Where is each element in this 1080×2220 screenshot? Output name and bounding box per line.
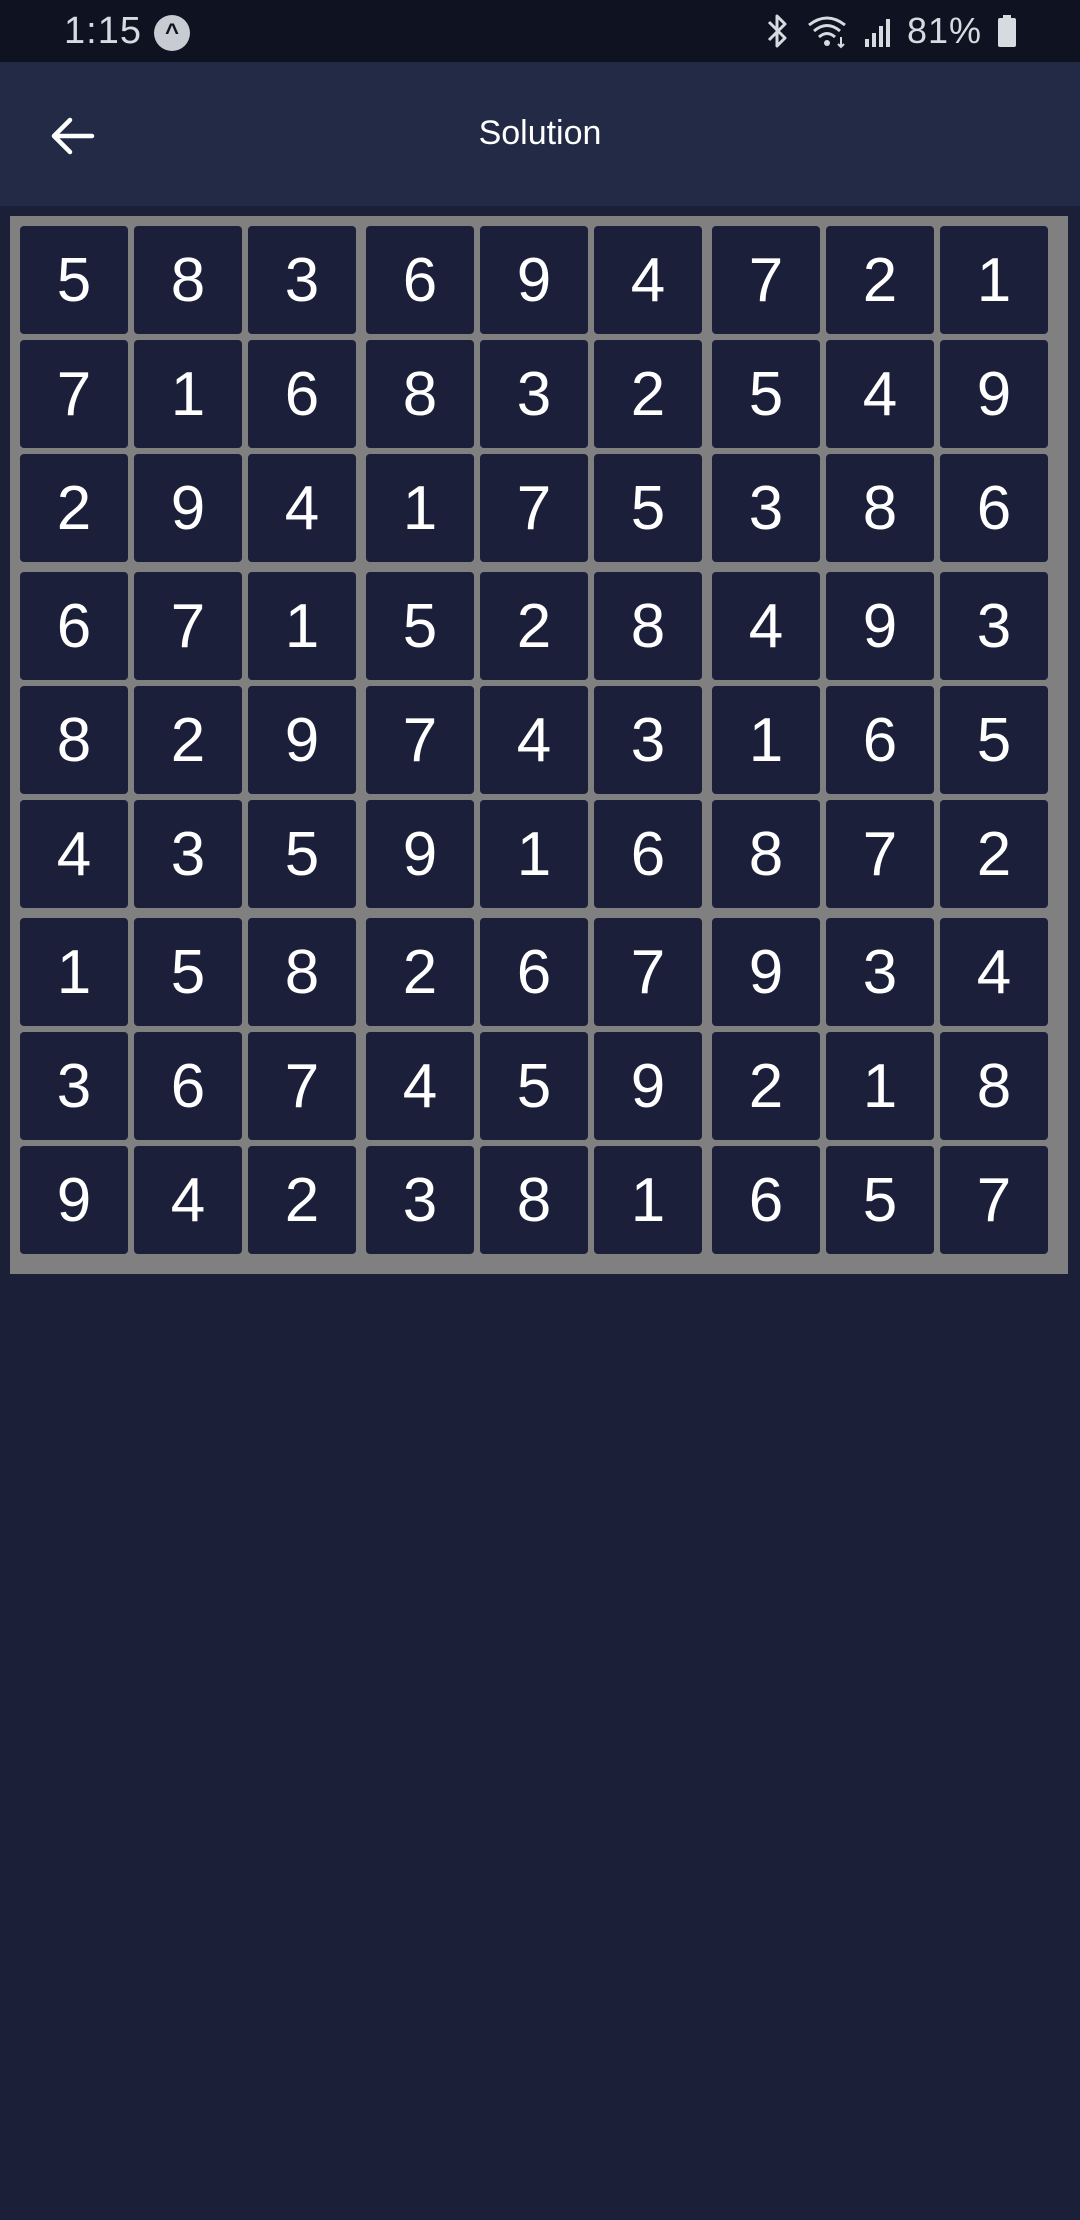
battery-icon [996,13,1018,49]
sudoku-cell[interactable]: 2 [826,226,934,334]
sudoku-cell[interactable]: 1 [480,800,588,908]
sudoku-cell[interactable]: 8 [134,226,242,334]
sudoku-cell[interactable]: 1 [134,340,242,448]
sudoku-cell[interactable]: 9 [366,800,474,908]
sudoku-cell[interactable]: 9 [134,454,242,562]
sudoku-cell[interactable]: 3 [248,226,356,334]
sudoku-cell[interactable]: 1 [940,226,1048,334]
sudoku-cell[interactable]: 7 [480,454,588,562]
page-title: Solution [478,114,602,152]
sudoku-cell[interactable]: 3 [134,800,242,908]
sudoku-cell[interactable]: 9 [940,340,1048,448]
sudoku-cell[interactable]: 7 [366,686,474,794]
sudoku-cell[interactable]: 8 [712,800,820,908]
sudoku-cell[interactable]: 8 [826,454,934,562]
sudoku-cell[interactable]: 5 [480,1032,588,1140]
app-bar: Solution [0,62,1080,206]
sudoku-cell[interactable]: 7 [594,918,702,1026]
sudoku-cell[interactable]: 8 [248,918,356,1026]
sudoku-cell[interactable]: 2 [594,340,702,448]
sudoku-cell[interactable]: 6 [594,800,702,908]
sudoku-cell[interactable]: 5 [712,340,820,448]
sudoku-cell[interactable]: 8 [20,686,128,794]
expo-app-icon: ^ [154,15,190,51]
sudoku-cell[interactable]: 2 [248,1146,356,1254]
sudoku-cell[interactable]: 9 [248,686,356,794]
sudoku-cell[interactable]: 6 [134,1032,242,1140]
sudoku-cell[interactable]: 3 [480,340,588,448]
sudoku-cell[interactable]: 9 [480,226,588,334]
sudoku-cell[interactable]: 9 [826,572,934,680]
status-time: 1:15 [64,10,142,52]
sudoku-cell[interactable]: 6 [712,1146,820,1254]
sudoku-cell[interactable]: 9 [20,1146,128,1254]
sudoku-cell[interactable]: 1 [248,572,356,680]
sudoku-cell[interactable]: 3 [826,918,934,1026]
sudoku-cell[interactable]: 4 [248,454,356,562]
sudoku-cell[interactable]: 4 [940,918,1048,1026]
sudoku-cell[interactable]: 5 [248,800,356,908]
signal-icon [863,13,893,49]
sudoku-cell[interactable]: 2 [134,686,242,794]
sudoku-cell[interactable]: 4 [480,686,588,794]
sudoku-cell[interactable]: 6 [940,454,1048,562]
bluetooth-icon [765,13,791,49]
sudoku-cell[interactable]: 8 [594,572,702,680]
sudoku-cell[interactable]: 4 [712,572,820,680]
sudoku-cell[interactable]: 7 [712,226,820,334]
sudoku-cell[interactable]: 8 [366,340,474,448]
sudoku-cell[interactable]: 9 [712,918,820,1026]
sudoku-cell[interactable]: 4 [20,800,128,908]
status-icons: 81% [765,8,1018,54]
sudoku-cell[interactable]: 4 [826,340,934,448]
sudoku-cell[interactable]: 3 [594,686,702,794]
sudoku-cell[interactable]: 3 [20,1032,128,1140]
sudoku-cell[interactable]: 7 [248,1032,356,1140]
sudoku-cell[interactable]: 6 [826,686,934,794]
sudoku-cell[interactable]: 6 [366,226,474,334]
battery-percent: 81% [906,10,982,51]
sudoku-cell[interactable]: 5 [366,572,474,680]
sudoku-cell[interactable]: 7 [940,1146,1048,1254]
sudoku-cell[interactable]: 1 [20,918,128,1026]
sudoku-cell[interactable]: 2 [712,1032,820,1140]
sudoku-cell[interactable]: 3 [712,454,820,562]
sudoku-solution-board: 5836947217168325492941753866715284938297… [10,216,1068,1274]
sudoku-cell[interactable]: 5 [20,226,128,334]
sudoku-cell[interactable]: 8 [940,1032,1048,1140]
sudoku-cell[interactable]: 1 [366,454,474,562]
sudoku-cell[interactable]: 5 [134,918,242,1026]
sudoku-cell[interactable]: 2 [366,918,474,1026]
sudoku-cell[interactable]: 3 [366,1146,474,1254]
sudoku-cell[interactable]: 7 [826,800,934,908]
sudoku-cell[interactable]: 2 [480,572,588,680]
sudoku-cell[interactable]: 3 [940,572,1048,680]
sudoku-cell[interactable]: 4 [366,1032,474,1140]
sudoku-cell[interactable]: 1 [594,1146,702,1254]
sudoku-cell[interactable]: 5 [940,686,1048,794]
sudoku-cell[interactable]: 2 [940,800,1048,908]
sudoku-cell[interactable]: 1 [826,1032,934,1140]
sudoku-cell[interactable]: 1 [712,686,820,794]
sudoku-cell[interactable]: 5 [594,454,702,562]
sudoku-grid: 5836947217168325492941753866715284938297… [10,216,1068,1274]
sudoku-cell[interactable]: 9 [594,1032,702,1140]
sudoku-cell[interactable]: 6 [248,340,356,448]
sudoku-cell[interactable]: 7 [134,572,242,680]
sudoku-cell[interactable]: 6 [480,918,588,1026]
sudoku-cell[interactable]: 7 [20,340,128,448]
sudoku-cell[interactable]: 4 [134,1146,242,1254]
sudoku-cell[interactable]: 4 [594,226,702,334]
sudoku-cell[interactable]: 8 [480,1146,588,1254]
sudoku-cell[interactable]: 6 [20,572,128,680]
sudoku-cell[interactable]: 2 [20,454,128,562]
wifi-icon [805,13,849,49]
status-bar: 1:15 ^ 81% [0,0,1080,62]
sudoku-cell[interactable]: 5 [826,1146,934,1254]
